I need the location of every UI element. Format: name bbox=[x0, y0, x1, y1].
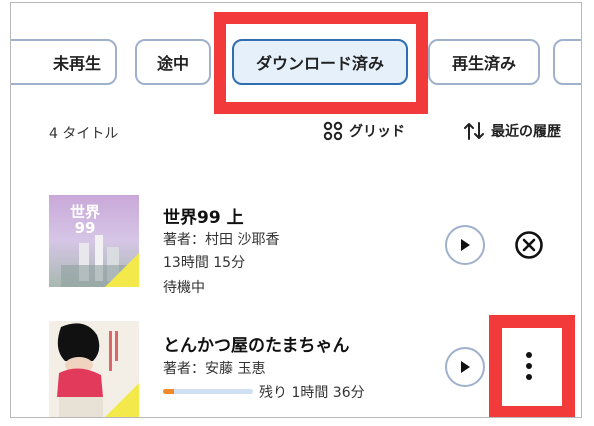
grid-view-label: グリッド bbox=[349, 124, 405, 140]
filter-chip-unplayed[interactable]: 未再生 bbox=[11, 39, 117, 85]
grid-icon bbox=[323, 121, 343, 141]
grid-view-button[interactable]: グリッド bbox=[323, 121, 405, 141]
title-count: 4 タイトル bbox=[49, 126, 119, 142]
play-icon bbox=[461, 361, 470, 373]
sort-label: 最近の履歴 bbox=[491, 124, 561, 140]
filter-chip-label: 未再生 bbox=[52, 54, 101, 73]
download-status: 待機中 bbox=[163, 280, 205, 296]
book-author[interactable]: 著者：安藤 玉恵 bbox=[163, 358, 265, 378]
time-remaining: 残り 1時間 36分 bbox=[259, 385, 365, 401]
listening-progress-bar bbox=[163, 389, 253, 394]
filter-chip-label: ダウンロード済み bbox=[255, 54, 384, 73]
book-cover[interactable]: 世界99 bbox=[49, 195, 139, 287]
play-button[interactable] bbox=[445, 347, 485, 387]
sort-arrows-icon bbox=[464, 122, 484, 140]
filter-chip-downloaded[interactable]: ダウンロード済み bbox=[232, 39, 408, 85]
listening-progress-fill bbox=[163, 389, 174, 394]
more-options-icon[interactable] bbox=[525, 351, 533, 381]
play-button[interactable] bbox=[445, 225, 485, 265]
book-title[interactable]: とんかつ屋のたまちゃん bbox=[163, 331, 350, 356]
filter-chip-in-progress[interactable]: 途中 bbox=[135, 39, 211, 85]
app-frame: 未再生 途中 ダウンロード済み 再生済み 4 タイトル グリッド 最近の履歴 世… bbox=[10, 2, 582, 418]
play-icon bbox=[461, 239, 470, 251]
list-item[interactable]: 世界99 世界99 上 著者：村田 沙耶香 13時間 15分 待機中 bbox=[11, 195, 581, 296]
book-cover[interactable] bbox=[49, 321, 139, 417]
sort-button[interactable]: 最近の履歴 bbox=[463, 121, 561, 141]
list-item[interactable]: とんかつ屋のたまちゃん 著者：安藤 玉恵 残り 1時間 36分 bbox=[11, 321, 581, 417]
book-author[interactable]: 著者：村田 沙耶香 bbox=[163, 229, 279, 249]
book-title[interactable]: 世界99 上 bbox=[163, 203, 244, 228]
cover-title-text: 世界99 bbox=[69, 203, 100, 237]
cover-art-image bbox=[49, 321, 139, 417]
cancel-download-icon[interactable] bbox=[514, 230, 544, 260]
filter-chip-played[interactable]: 再生済み bbox=[428, 39, 540, 85]
filter-chip-label: 途中 bbox=[156, 54, 189, 73]
filter-chip-row: 未再生 途中 ダウンロード済み 再生済み bbox=[11, 39, 581, 89]
book-duration: 13時間 15分 bbox=[163, 255, 246, 271]
filter-chip-label: 再生済み bbox=[451, 54, 516, 73]
list-toolbar: 4 タイトル グリッド 最近の履歴 bbox=[11, 121, 581, 145]
filter-chip-more[interactable] bbox=[553, 39, 581, 85]
